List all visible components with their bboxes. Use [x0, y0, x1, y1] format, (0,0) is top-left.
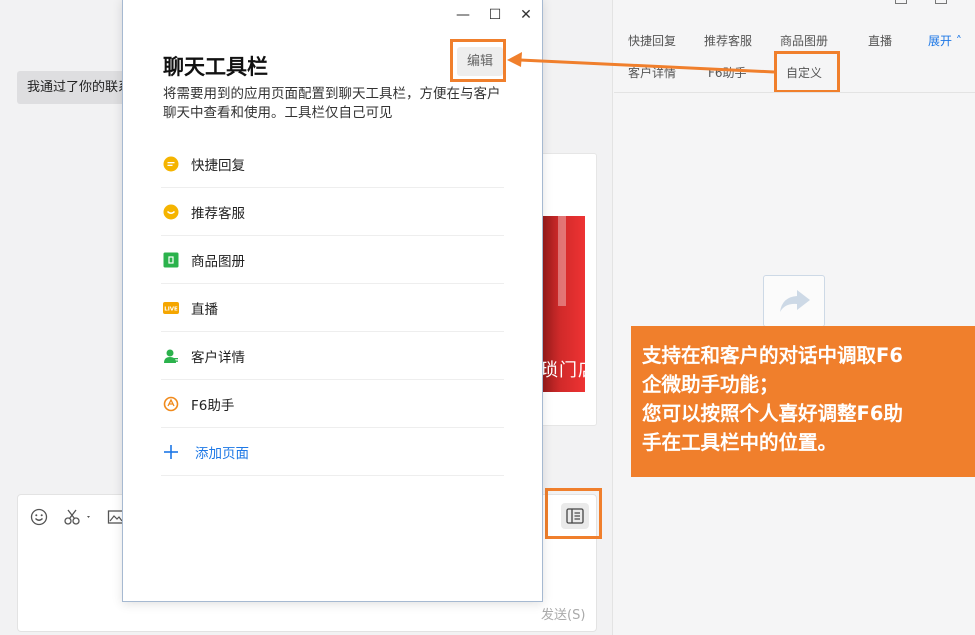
toolbar-item-label: 推荐客服 [191, 206, 245, 222]
edit-highlight-box [450, 39, 506, 82]
toolbar-item-label: 快捷回复 [191, 158, 245, 174]
product-album-icon [163, 252, 179, 268]
maximize-icon[interactable]: ☐ [485, 5, 505, 25]
minimize-icon[interactable]: — [453, 5, 473, 25]
callout-line: 手在工具栏中的位置。 [642, 431, 838, 454]
send-button[interactable]: 发送(S) [541, 604, 585, 623]
svg-text:LIVE: LIVE [164, 307, 178, 313]
toolbar-item-customer-detail[interactable]: 客户详情 [161, 332, 504, 380]
callout-line: 支持在和客户的对话中调取F6 [642, 344, 903, 367]
toolbar-item-label: 商品图册 [191, 254, 245, 270]
custom-highlight-box [774, 51, 840, 93]
share-placeholder [763, 275, 825, 327]
customer-detail-icon [164, 349, 178, 363]
toolbar-item-label: 客户详情 [191, 350, 245, 366]
annotation-callout: 支持在和客户的对话中调取F6 企微助手功能； 您可以按照个人喜好调整F6助 手在… [631, 326, 975, 477]
toolbar-item-recommend-service[interactable]: 推荐客服 [161, 188, 504, 236]
toolbar-item-live[interactable]: LIVE 直播 [161, 284, 504, 332]
recommend-service-icon [163, 204, 179, 220]
callout-line: 企微助手功能； [642, 373, 779, 396]
toolbar-item-f6-assistant[interactable]: F6助手 [161, 380, 504, 428]
close-icon[interactable]: ✕ [516, 5, 536, 25]
quick-reply-icon [163, 156, 179, 172]
rtab-customer-detail[interactable]: 客户详情 [628, 64, 676, 81]
live-icon: LIVE [163, 302, 179, 314]
rtab-quick-reply[interactable]: 快捷回复 [628, 32, 676, 49]
toolbar-item-product-album[interactable]: 商品图册 [161, 236, 504, 284]
card-image-text: 琐门店 [540, 360, 585, 381]
add-page-button[interactable]: 添加页面 [161, 428, 504, 476]
toolbar-item-quick-reply[interactable]: 快捷回复 [161, 140, 504, 188]
rtab-f6-assistant[interactable]: F6助手 [708, 64, 747, 81]
image-icon[interactable] [107, 508, 123, 526]
add-page-label: 添加页面 [195, 446, 249, 462]
expand-label: 展开 [928, 34, 953, 48]
card-image: 琐门店 [540, 216, 585, 392]
chat-toolbar-dialog: — ☐ ✕ 聊天工具栏 将需要用到的应用页面配置到聊天工具栏，方便在与客户聊天中… [122, 0, 543, 602]
emoji-icon[interactable] [29, 508, 49, 526]
chevron-up-icon: ˄ [955, 34, 962, 48]
f6-assistant-icon [163, 396, 179, 412]
toolbar-item-label: F6助手 [191, 398, 235, 414]
toolbar-item-label: 直播 [191, 302, 218, 318]
window-controls [895, 0, 955, 6]
toggle-highlight-box [545, 488, 602, 539]
plus-icon [164, 445, 178, 459]
screenshot-icon[interactable] [62, 508, 94, 526]
callout-line: 您可以按照个人喜好调整F6助 [642, 402, 903, 425]
rtab-live[interactable]: 直播 [868, 32, 892, 49]
rtab-product-album[interactable]: 商品图册 [780, 32, 828, 49]
rtab-expand[interactable]: 展开 ˄ [928, 32, 962, 49]
dialog-description: 将需要用到的应用页面配置到聊天工具栏，方便在与客户聊天中查看和使用。工具栏仅自己… [163, 86, 501, 121]
dialog-title: 聊天工具栏 [163, 55, 268, 79]
rtab-recommend-service[interactable]: 推荐客服 [704, 32, 752, 49]
divider [614, 92, 975, 93]
share-arrow-icon [780, 290, 810, 312]
